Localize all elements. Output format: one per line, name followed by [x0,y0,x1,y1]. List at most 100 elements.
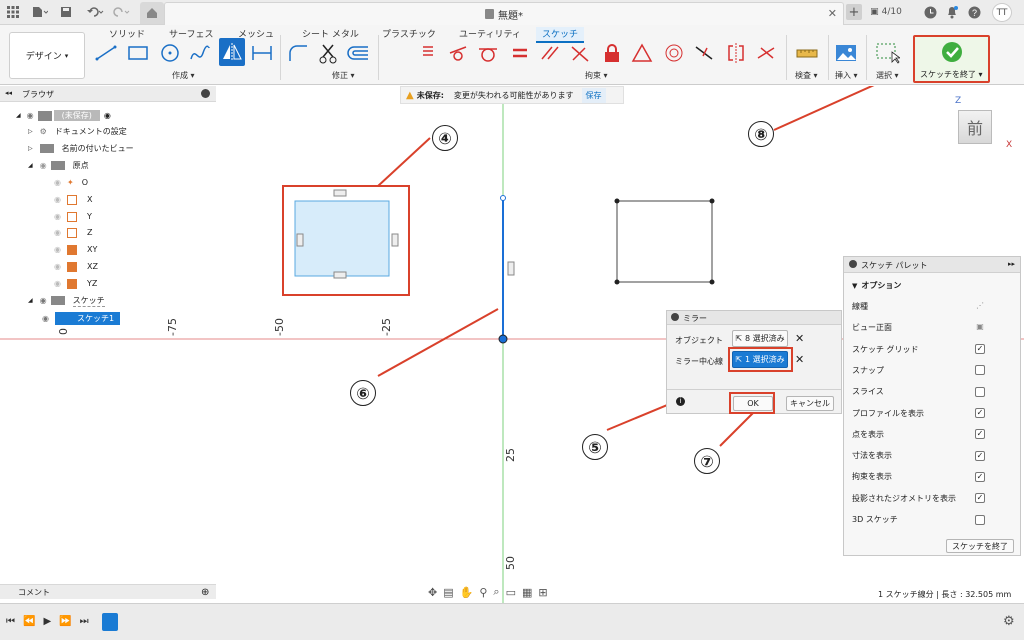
tab-utility[interactable]: ユーティリティ [459,27,521,40]
expand-icon[interactable]: ◢ [28,162,33,169]
eye-icon[interactable]: ◉ [42,314,49,323]
display-settings-icon[interactable]: ▭ [506,586,516,599]
palette-checkbox[interactable]: ✓ [975,429,985,440]
look-at-sketch-icon[interactable]: ▣ [975,322,985,333]
last-step-icon[interactable]: ⏭ [80,616,89,627]
job-status[interactable]: ▣ 4/10 [866,4,906,20]
comment-panel[interactable]: コメント ⊕ [0,584,216,599]
palette-checkbox[interactable]: ✓ [975,408,985,418]
horizontal-constraint-icon[interactable] [416,41,440,65]
clear-object-icon[interactable]: ✕ [795,332,804,345]
palette-checkbox[interactable] [975,514,985,525]
home-tab-icon[interactable] [140,2,164,24]
tree-item-doc-settings[interactable]: ▷ ⚙ ドキュメントの設定 [28,124,127,139]
offset-tool-icon[interactable] [346,41,370,65]
zoom-icon[interactable]: ⚲ [479,586,487,599]
tree-item-xy[interactable]: ◉ XY [54,242,97,257]
workspace-switcher[interactable]: デザイン ▾ [9,32,85,79]
viewcube[interactable]: Z 前 X [948,96,1018,158]
fillet-tool-icon[interactable] [286,41,310,65]
line-endpoint[interactable] [500,195,506,201]
inspect-group-label[interactable]: 検査 ▾ [795,70,818,81]
eye-icon[interactable]: ◉ [54,195,61,204]
viewports-icon[interactable]: ⊞ [538,586,547,599]
play-icon[interactable]: ▶ [43,616,51,627]
sketch-rectangle-selected[interactable] [294,200,390,277]
insert-group-label[interactable]: 挿入 ▾ [835,70,858,81]
next-step-icon[interactable]: ⏩ [59,616,71,627]
redo-icon[interactable] [110,4,132,20]
eye-icon[interactable]: ◉ [40,296,47,305]
expand-icon[interactable]: ▷ [28,128,33,135]
finish-sketch-button[interactable]: スケッチを終了 ▾ [913,35,990,83]
eye-icon[interactable]: ◉ [54,228,61,237]
palette-finish-button[interactable]: スケッチを終了 [946,539,1014,553]
origin-point[interactable] [498,334,508,344]
close-tab-icon[interactable]: ✕ [828,7,837,20]
save-link[interactable]: 保存 [581,87,606,103]
palette-checkbox[interactable]: ✓ [975,471,985,482]
save-icon[interactable] [58,4,74,20]
clear-line-icon[interactable]: ✕ [795,353,804,366]
spline-tool-icon[interactable] [188,41,212,65]
palette-checkbox[interactable]: ✓ [975,344,985,355]
palette-collapse-icon[interactable] [849,260,857,268]
midpoint-icon[interactable] [630,41,654,65]
rect-corner[interactable] [709,279,715,285]
concentric-icon[interactable] [662,41,686,65]
rect-corner[interactable] [709,198,715,204]
palette-checkbox[interactable] [975,386,985,397]
symmetry-icon[interactable] [724,41,748,65]
create-group-label[interactable]: 作成 ▾ [172,70,195,81]
browser-collapse-icon[interactable] [201,89,210,98]
tree-item-sketch1[interactable]: ◉ スケッチ1 [42,311,121,326]
palette-checkbox[interactable] [975,365,985,376]
tree-item-origin[interactable]: ◢ ◉ 原点 [28,158,89,173]
rect-corner[interactable] [614,198,620,204]
select-box-icon[interactable] [876,41,900,65]
tree-item-z[interactable]: ◉ Z [54,225,92,240]
browser-panel-header[interactable]: ◂◂ ブラウザ [0,86,216,102]
tree-item-named-views[interactable]: ▷ 名前の付いたビュー [28,141,134,156]
first-step-icon[interactable]: ⏮ [6,616,15,627]
tree-item-yz[interactable]: ◉ YZ [54,276,97,291]
dialog-collapse-icon[interactable] [671,313,679,321]
insert-image-icon[interactable] [834,41,858,65]
select-group-label[interactable]: 選択 ▾ [876,70,899,81]
eye-icon[interactable]: ◉ [54,245,61,254]
fix-lock-icon[interactable] [600,41,624,65]
palette-header[interactable]: スケッチ パレット ▸▸ [844,257,1020,273]
tree-item-y[interactable]: ◉ Y [54,209,92,224]
eye-icon[interactable]: ◉ [27,111,34,120]
active-radio-icon[interactable]: ◉ [104,111,111,120]
zoom-window-icon[interactable]: ⌕ [493,585,499,599]
expand-icon[interactable]: ◢ [16,112,21,119]
previous-step-icon[interactable]: ⏪ [23,616,35,627]
linetype-icon[interactable]: ⋰ [975,301,985,312]
tangent-icon[interactable] [476,41,500,65]
undo-icon[interactable] [84,4,106,20]
collinear-icon[interactable] [692,41,716,65]
new-tab-icon[interactable]: + [846,4,862,20]
grid-settings-icon[interactable]: ▦ [522,586,532,599]
tab-sheet-metal[interactable]: シート メタル [302,27,359,40]
user-avatar[interactable]: TT [992,3,1012,22]
cancel-button[interactable]: キャンセル [786,396,834,411]
coincident-icon[interactable] [446,41,470,65]
document-tab[interactable]: 無題* ✕ [164,2,844,25]
circle-tool-icon[interactable] [158,41,182,65]
palette-checkbox[interactable]: ✓ [975,493,985,504]
rect-corner[interactable] [614,279,620,285]
options-section[interactable]: ▼ オプション [852,278,1022,293]
viewcube-front-face[interactable]: 前 [958,110,992,144]
line-tool-icon[interactable] [94,41,118,65]
palette-checkbox[interactable]: ✓ [975,450,985,461]
constrain-group-label[interactable]: 拘束 ▾ [585,70,608,81]
notification-icon[interactable] [944,4,960,20]
orbit-icon[interactable]: ✥ [428,586,437,599]
eye-icon[interactable]: ◉ [54,212,61,221]
tree-item-xz[interactable]: ◉ XZ [54,259,98,274]
timeline-settings-gear-icon[interactable]: ⚙ [1003,614,1015,629]
apps-grid-icon[interactable] [6,4,20,20]
file-menu-icon[interactable] [30,4,50,20]
